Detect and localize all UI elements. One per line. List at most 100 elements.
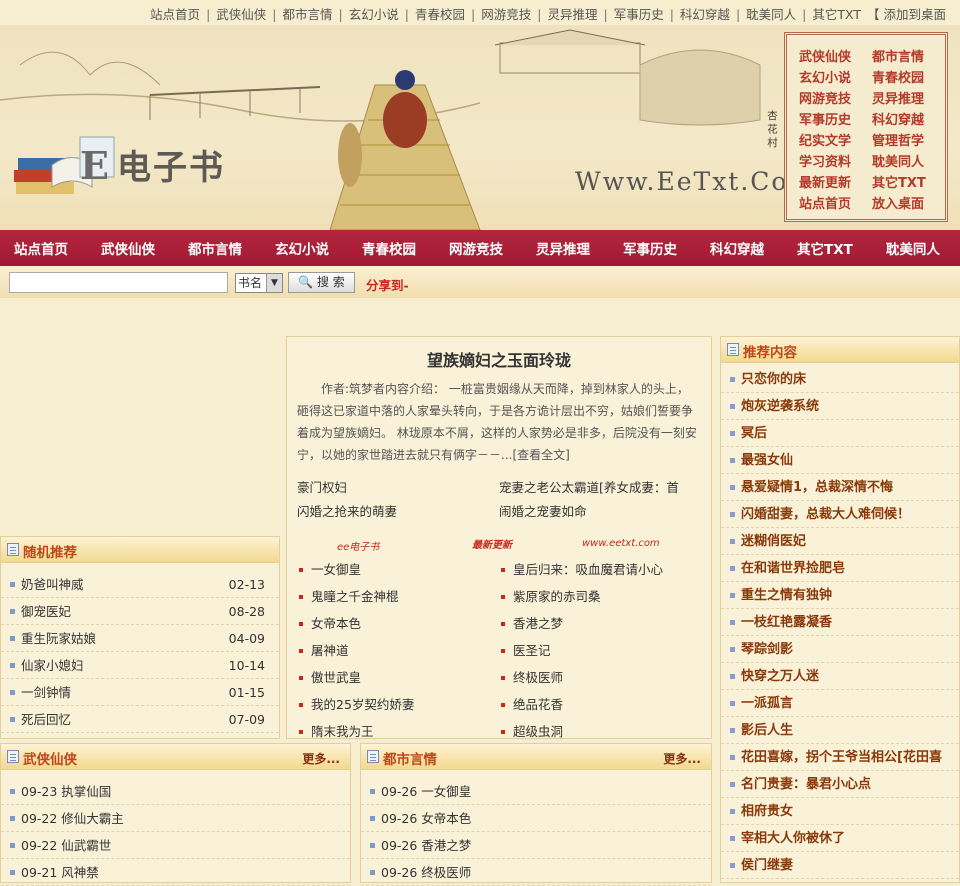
recommend-item[interactable]: 只恋你的床 xyxy=(721,366,959,393)
quick-link[interactable]: 科幻穿越 xyxy=(872,110,945,131)
random-item[interactable]: 仙家小媳妇 10-14 xyxy=(1,652,279,679)
quick-link[interactable]: 纪实文学 xyxy=(799,131,872,152)
wuxia-item[interactable]: 09-23 执掌仙国 xyxy=(1,778,350,805)
quick-link[interactable]: 其它TXT xyxy=(872,173,945,194)
recommend-item[interactable]: 闪婚甜妻，总裁大人难伺候！ xyxy=(721,501,959,528)
recommend-item[interactable]: 琴踪剑影 xyxy=(721,636,959,663)
recommend-item[interactable]: 重生之情有独钟 xyxy=(721,582,959,609)
recommend-item[interactable]: 炮灰逆袭系统 xyxy=(721,393,959,420)
top-link[interactable]: 其它TXT xyxy=(812,7,861,22)
new-list-item[interactable]: 紫原家的赤司桑 xyxy=(499,583,701,610)
top-link[interactable]: 科幻穿越 xyxy=(680,7,730,22)
new-list-item[interactable]: 医圣记 xyxy=(499,637,701,664)
search-input[interactable] xyxy=(9,272,228,293)
quick-link[interactable]: 学习资料 xyxy=(799,152,872,173)
featured-link[interactable]: 豪门权妇 xyxy=(297,476,499,500)
recommend-item[interactable]: 在和谐世界捡肥皂 xyxy=(721,555,959,582)
random-item[interactable]: 御宠医妃 08-28 xyxy=(1,598,279,625)
quick-link[interactable]: 耽美同人 xyxy=(872,152,945,173)
recommend-item[interactable]: 迷糊俏医妃 xyxy=(721,528,959,555)
new-list-item[interactable]: 一女御皇 xyxy=(297,556,499,583)
site-logo[interactable]: E 电子书 xyxy=(80,140,225,189)
top-link[interactable]: 玄幻小说 xyxy=(349,7,399,22)
wuxia-item[interactable]: 09-22 修仙大霸主 xyxy=(1,805,350,832)
top-link[interactable]: 青春校园 xyxy=(415,7,465,22)
nav-item[interactable]: 武侠仙侠 xyxy=(87,238,169,258)
nav-item[interactable]: 灵异推理 xyxy=(522,238,604,258)
wuxia-item[interactable]: 09-22 仙武霸世 xyxy=(1,832,350,859)
random-item[interactable]: 重生阮家姑娘 04-09 xyxy=(1,625,279,652)
quick-link[interactable]: 放入桌面 xyxy=(872,194,945,215)
nav-item[interactable]: 其它TXT xyxy=(783,238,867,258)
top-link[interactable]: 站点首页 xyxy=(150,7,200,22)
new-list-item[interactable]: 女帝本色 xyxy=(297,610,499,637)
new-list-item[interactable]: 隋末我为王 xyxy=(297,718,499,745)
new-list-item[interactable]: 屠神道 xyxy=(297,637,499,664)
new-list-item[interactable]: 鬼瞳之千金神棍 xyxy=(297,583,499,610)
quick-link[interactable]: 站点首页 xyxy=(799,194,872,215)
recommend-item[interactable]: 宰相大人你被休了 xyxy=(721,825,959,852)
nav-item[interactable]: 科幻穿越 xyxy=(696,238,778,258)
recommend-item[interactable]: 快穿之万人迷 xyxy=(721,663,959,690)
dushi-item[interactable]: 09-26 一女御皇 xyxy=(361,778,711,805)
new-list-item[interactable]: 皇后归来：吸血魔君请小心 xyxy=(499,556,701,583)
nav-item[interactable]: 站点首页 xyxy=(0,238,82,258)
top-link[interactable]: 军事历史 xyxy=(614,7,664,22)
share-link[interactable]: 分享到- xyxy=(366,275,409,294)
quick-link[interactable]: 最新更新 xyxy=(799,173,872,194)
search-type-select[interactable]: 书名 ▼ xyxy=(235,273,283,293)
dushi-item[interactable]: 09-26 女帝本色 xyxy=(361,805,711,832)
top-link[interactable]: 网游竞技 xyxy=(481,7,531,22)
recommend-item[interactable]: 悬爱疑情1，总裁深情不悔 xyxy=(721,474,959,501)
wuxia-more-link[interactable]: 更多... xyxy=(302,750,340,767)
random-item-name: 御宠医妃 xyxy=(21,604,72,619)
quick-link[interactable]: 都市言情 xyxy=(872,47,945,68)
featured-link[interactable]: 闹婚之宠妻如命 xyxy=(499,500,701,524)
new-list-item[interactable]: 我的25岁契约娇妻 xyxy=(297,691,499,718)
bullet-icon xyxy=(730,755,735,760)
top-link[interactable]: 都市言情 xyxy=(283,7,333,22)
new-list-item[interactable]: 终极医师 xyxy=(499,664,701,691)
featured-title[interactable]: 望族嫡妇之玉面玲珑 xyxy=(287,347,711,371)
dushi-item[interactable]: 09-26 香港之梦 xyxy=(361,832,711,859)
quick-link[interactable]: 青春校园 xyxy=(872,68,945,89)
new-list-item[interactable]: 傲世武皇 xyxy=(297,664,499,691)
recommend-item[interactable]: 相府贵女 xyxy=(721,798,959,825)
recommend-item[interactable]: 一枝红艳露凝香 xyxy=(721,609,959,636)
recommend-item[interactable]: 名门贵妻：暴君小心点 xyxy=(721,771,959,798)
top-link[interactable]: 耽美同人 xyxy=(746,7,796,22)
new-list-item[interactable]: 香港之梦 xyxy=(499,610,701,637)
featured-link[interactable]: 闪婚之抢来的萌妻 xyxy=(297,500,499,524)
recommend-item[interactable]: 冥后 xyxy=(721,420,959,447)
random-item[interactable]: 奶爸叫神威 02-13 xyxy=(1,571,279,598)
nav-item[interactable]: 网游竞技 xyxy=(435,238,517,258)
top-link[interactable]: 武侠仙侠 xyxy=(216,7,266,22)
quick-link[interactable]: 网游竞技 xyxy=(799,89,872,110)
featured-link[interactable]: 宠妻之老公太霸道[养女成妻：首 xyxy=(499,476,701,500)
quick-link[interactable]: 管理哲学 xyxy=(872,131,945,152)
quick-link[interactable]: 武侠仙侠 xyxy=(799,47,872,68)
quick-link[interactable]: 玄幻小说 xyxy=(799,68,872,89)
top-link[interactable]: 灵异推理 xyxy=(547,7,597,22)
random-item[interactable]: 一剑钟情 01-15 xyxy=(1,679,279,706)
nav-item[interactable]: 玄幻小说 xyxy=(261,238,343,258)
quick-link[interactable]: 灵异推理 xyxy=(872,89,945,110)
nav-item[interactable]: 军事历史 xyxy=(609,238,691,258)
recommend-item[interactable]: 花田喜嫁，拐个王爷当相公[花田喜 xyxy=(721,744,959,771)
recommend-item[interactable]: 侯门继妻 xyxy=(721,852,959,879)
recommend-item[interactable]: 最强女仙 xyxy=(721,447,959,474)
recommend-item[interactable]: 一派孤言 xyxy=(721,690,959,717)
new-list-item[interactable]: 绝品花香 xyxy=(499,691,701,718)
add-desktop-link[interactable]: 【 添加到桌面 xyxy=(867,7,946,22)
new-list-item[interactable]: 超级虫洞 xyxy=(499,718,701,745)
nav-item[interactable]: 青春校园 xyxy=(348,238,430,258)
recommend-item[interactable]: 影后人生 xyxy=(721,717,959,744)
nav-item[interactable]: 耽美同人 xyxy=(872,238,954,258)
dushi-box: 都市言情 更多... 09-26 一女御皇 09-26 女帝本色 09-26 香港之梦… xyxy=(360,743,712,886)
nav-item[interactable]: 都市言情 xyxy=(174,238,256,258)
separator: | xyxy=(735,7,741,22)
search-button[interactable]: 🔍 搜 索 xyxy=(288,272,355,293)
quick-link[interactable]: 军事历史 xyxy=(799,110,872,131)
dushi-more-link[interactable]: 更多... xyxy=(663,750,701,767)
random-item[interactable]: 死后回忆 07-09 xyxy=(1,706,279,733)
